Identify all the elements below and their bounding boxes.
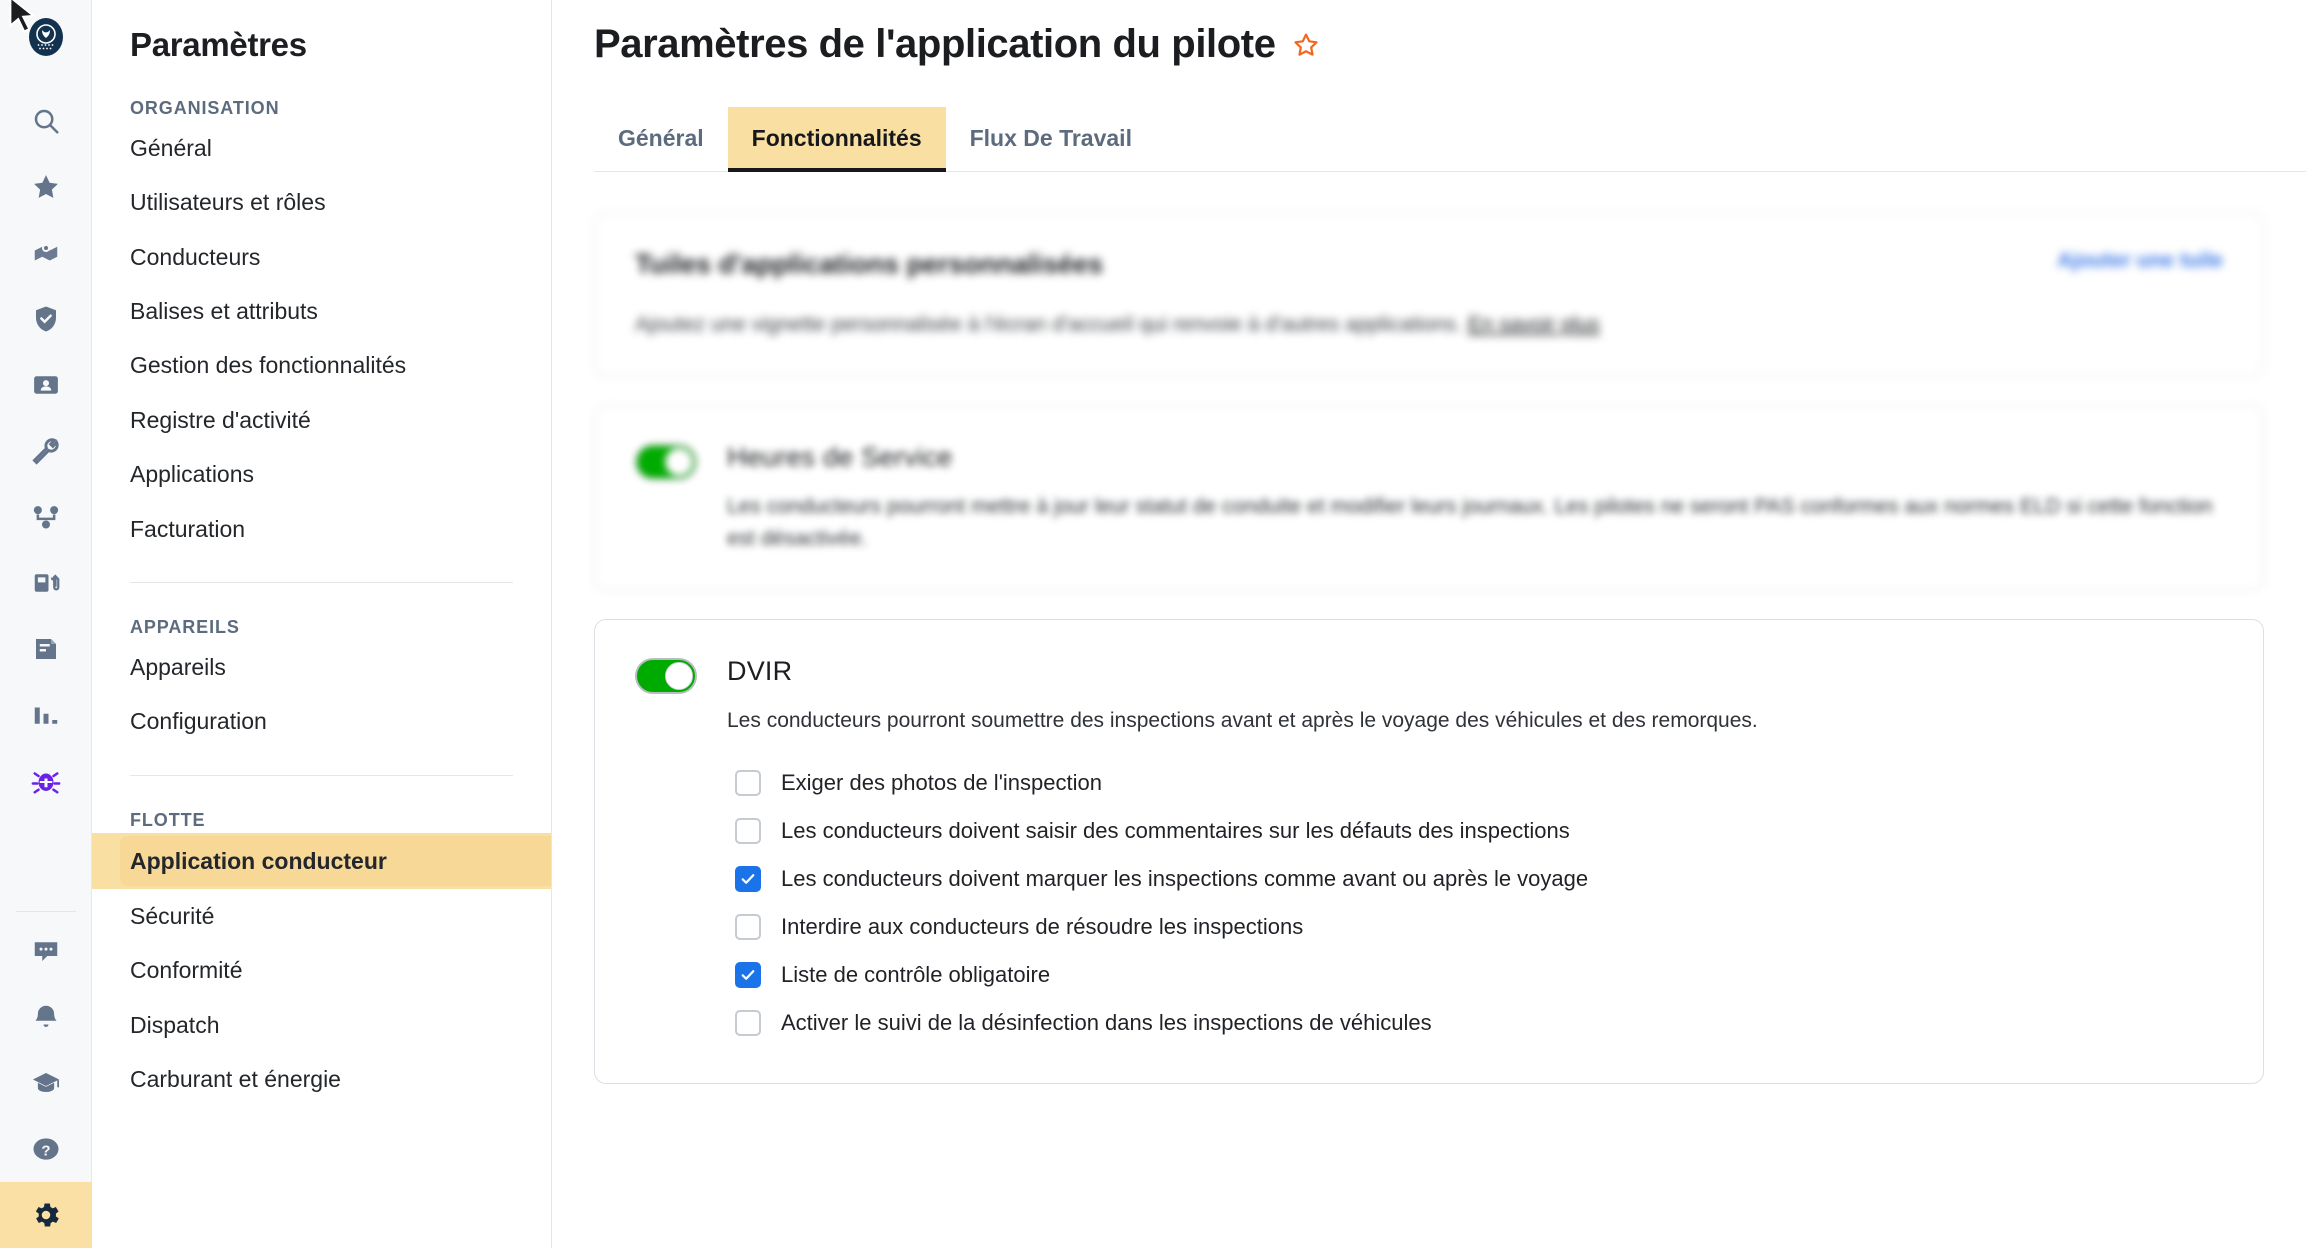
cards-container: Tuiles d'applications personnalisées Ajo… [594,212,2264,1084]
card-header: Tuiles d'applications personnalisées Ajo… [635,249,2223,280]
sidebar-item-gestion-des-fonctionnalites[interactable]: Gestion des fonctionnalités [92,338,551,392]
samsara-owl-logo[interactable] [19,10,73,64]
settings-title: Paramètres [130,26,307,63]
star-icon[interactable] [0,154,92,220]
hours-of-service-toggle[interactable] [635,444,697,481]
checkbox-label: Exiger des photos de l'inspection [781,769,1102,795]
nav-group-label: APPAREILS [130,616,240,637]
fuel-pump-icon[interactable] [0,550,92,616]
sidebar-item-utilisateurs-et-roles[interactable]: Utilisateurs et rôles [92,175,551,229]
toggle-body: DVIR Les conducteurs pourront soumettre … [727,656,2223,1047]
nav-group-flotte: FLOTTE Application conducteur Sécurité C… [92,810,551,1107]
checkbox-row-commentaires-defauts[interactable]: Les conducteurs doivent saisir des comme… [735,807,2223,855]
graduation-cap-icon[interactable] [0,1050,92,1116]
dvir-toggle[interactable] [635,658,697,695]
toggle-knob [665,662,693,691]
gear-icon[interactable] [0,1182,92,1248]
rail-divider [16,911,76,912]
checkbox[interactable] [735,961,761,988]
card-description: Les conducteurs pourront mettre à jour l… [727,495,2213,550]
checkbox-label: Liste de contrôle obligatoire [781,961,1051,987]
bar-chart-icon[interactable] [0,682,92,748]
nav-group-appareils: APPAREILS Appareils Configuration [92,617,551,749]
card-title: Heures de Service [727,442,953,473]
document-icon[interactable] [0,616,92,682]
card-description: Les conducteurs pourront soumettre des i… [727,709,1758,733]
sidebar-divider [130,581,513,583]
sidebar-item-conducteurs[interactable]: Conducteurs [92,230,551,284]
search-icon[interactable] [0,88,92,154]
nav-group-label: FLOTTE [130,809,206,830]
toggle-body: Heures de Service Les conducteurs pourro… [727,442,2223,554]
checkbox-label: Interdire aux conducteurs de résoudre le… [781,913,1304,939]
dvir-checkbox-list: Exiger des photos de l'inspection Les co… [735,759,2223,1047]
checkbox-label: Activer le suivi de la désinfection dans… [781,1009,1432,1035]
custom-app-tiles-card: Tuiles d'applications personnalisées Ajo… [594,212,2264,378]
checkbox[interactable] [735,913,761,940]
svg-text:?: ? [41,1142,50,1159]
checkbox-label: Les conducteurs doivent marquer les insp… [781,865,1589,891]
sidebar-item-conformite[interactable]: Conformité [92,943,551,997]
page-title: Paramètres de l'application du pilote [594,22,1276,66]
checkbox-label: Les conducteurs doivent saisir des comme… [781,817,1570,843]
route-icon[interactable] [0,484,92,550]
add-tile-link[interactable]: Ajouter une tuile [2057,249,2223,273]
chat-bubble-icon[interactable] [0,918,92,984]
sidebar-item-appareils[interactable]: Appareils [92,640,551,694]
sidebar-item-configuration[interactable]: Configuration [92,694,551,748]
rail-bottom-group: ? [0,893,92,1248]
star-outline-icon[interactable] [1292,31,1320,59]
sidebar-divider [130,774,513,776]
rail-top-group [0,88,92,814]
tab-bar: Général Fonctionnalités Flux De Travail [594,107,2306,172]
wrench-icon[interactable] [0,418,92,484]
map-pin-icon[interactable] [0,220,92,286]
settings-sidebar: Paramètres ORGANISATION Général Utilisat… [92,0,552,1248]
checkbox[interactable] [735,769,761,796]
toggle-knob [665,448,693,477]
main-content: Paramètres de l'application du pilote Gé… [552,0,2306,1248]
tab-general[interactable]: Général [594,107,728,171]
checkbox-row-liste-controle[interactable]: Liste de contrôle obligatoire [735,951,2223,999]
bell-icon[interactable] [0,984,92,1050]
checkbox-row-marquer-avant-apres[interactable]: Les conducteurs doivent marquer les insp… [735,855,2223,903]
nav-group-organisation: ORGANISATION Général Utilisateurs et rôl… [92,98,551,556]
learn-more-link[interactable]: En savoir plus [1468,313,1600,336]
card-title: Tuiles d'applications personnalisées [635,249,1104,279]
app-root: ? Paramètres ORGANISATION Général Utilis… [0,0,2306,1248]
card-description: Ajoutez une vignette personnalisée à l'é… [635,310,2223,340]
hours-of-service-card: Heures de Service Les conducteurs pourro… [594,405,2264,592]
dvir-card: DVIR Les conducteurs pourront soumettre … [594,619,2264,1084]
sidebar-item-dispatch[interactable]: Dispatch [92,998,551,1052]
card-description-text: Ajoutez une vignette personnalisée à l'é… [635,313,1462,336]
sidebar-item-application-conducteur[interactable]: Application conducteur [92,832,551,889]
id-card-icon[interactable] [0,352,92,418]
left-icon-rail: ? [0,0,92,1248]
nav-group-label: ORGANISATION [130,98,280,118]
checkbox[interactable] [735,1009,761,1036]
checkbox-row-interdire-resoudre[interactable]: Interdire aux conducteurs de résoudre le… [735,903,2223,951]
checkbox-row-suivi-desinfection[interactable]: Activer le suivi de la désinfection dans… [735,999,2223,1047]
page-header: Paramètres de l'application du pilote [552,0,2306,67]
bug-icon[interactable] [0,748,92,814]
sidebar-item-applications[interactable]: Applications [92,447,551,501]
question-mark-icon[interactable]: ? [0,1116,92,1182]
checkbox-row-exiger-photos[interactable]: Exiger des photos de l'inspection [735,759,2223,807]
tab-flux-de-travail[interactable]: Flux De Travail [946,107,1156,171]
checkbox[interactable] [735,865,761,892]
card-title: DVIR [727,656,793,687]
sidebar-item-facturation[interactable]: Facturation [92,502,551,556]
sidebar-item-label: Application conducteur [130,847,387,874]
checkbox[interactable] [735,817,761,844]
shield-check-icon[interactable] [0,286,92,352]
sidebar-item-registre-d-activite[interactable]: Registre d'activité [92,393,551,447]
tab-fonctionnalites[interactable]: Fonctionnalités [727,107,946,172]
toggle-row: Heures de Service Les conducteurs pourro… [635,442,2223,554]
sidebar-item-general[interactable]: Général [92,121,551,175]
sidebar-item-balises-et-attributs[interactable]: Balises et attributs [92,284,551,338]
sidebar-item-securite[interactable]: Sécurité [92,889,551,943]
sidebar-item-carburant-et-energie[interactable]: Carburant et énergie [92,1052,551,1106]
toggle-row: DVIR Les conducteurs pourront soumettre … [635,656,2223,1047]
